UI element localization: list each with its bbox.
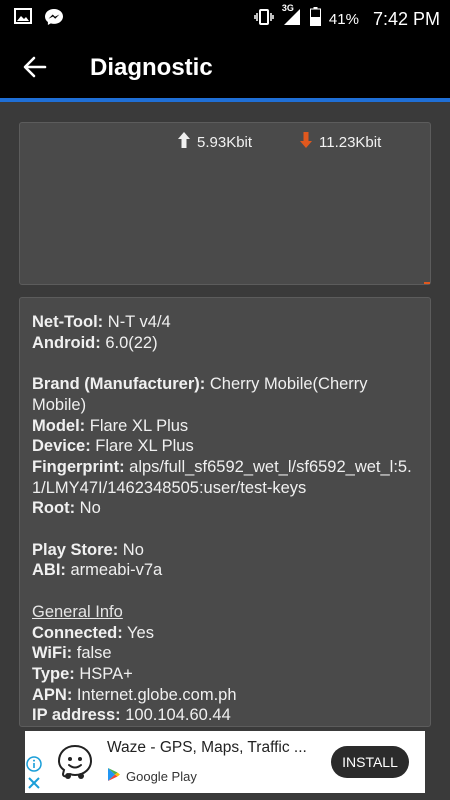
waze-logo-icon[interactable]: [55, 741, 95, 781]
ad-info-icon[interactable]: [26, 756, 42, 772]
info-fingerprint: Fingerprint: alps/full_sf6592_wet_l/sf65…: [32, 457, 412, 497]
traffic-graph: 5.93Kbit 11.23Kbit: [19, 122, 431, 285]
ad-close-icon[interactable]: [27, 776, 41, 790]
info-wifi: WiFi: false: [32, 644, 112, 663]
status-bar: 3G 41% 7:42 PM: [0, 0, 450, 34]
page-title: Diagnostic: [90, 54, 213, 81]
messenger-icon: [44, 8, 64, 31]
network-type: 3G: [281, 2, 294, 13]
info-abi: ABI: armeabi-v7a: [32, 561, 163, 580]
upload-arrow-icon: [177, 131, 191, 153]
gallery-icon: [14, 8, 32, 31]
ad-title[interactable]: Waze - GPS, Maps, Traffic ...: [107, 739, 307, 757]
install-button[interactable]: INSTALL: [331, 746, 409, 778]
clock: 7:42 PM: [372, 8, 440, 29]
battery-icon: [309, 7, 321, 31]
vibrate-icon: [254, 8, 274, 31]
info-device: Device: Flare XL Plus: [32, 437, 194, 456]
google-play-label: Google Play: [126, 768, 197, 784]
ad-banner[interactable]: Waze - GPS, Maps, Traffic ... Google Pla…: [25, 731, 425, 793]
general-info-heading: General Info: [32, 602, 123, 621]
signal-icon: 3G: [282, 3, 302, 31]
upload-value: 5.93Kbit: [197, 133, 253, 151]
download-value: 11.23Kbit: [319, 133, 382, 151]
google-play-icon: [107, 767, 121, 785]
back-arrow-icon[interactable]: [20, 52, 50, 82]
info-type: Type: HSPA+: [32, 664, 133, 683]
info-play-store: Play Store: No: [32, 540, 144, 559]
info-android: Android: 6.0(22): [32, 333, 158, 352]
google-play-badge: Google Play: [107, 767, 197, 785]
upload-rate: 5.93Kbit: [177, 131, 252, 153]
info-ip-address: IP address: 100.104.60.44: [32, 706, 231, 725]
info-model: Model: Flare XL Plus: [32, 416, 189, 435]
info-net-tool: Net-Tool: N-T v4/4: [32, 313, 171, 331]
app-bar: Diagnostic: [0, 34, 450, 102]
download-rate: 11.23Kbit: [299, 131, 381, 153]
info-root: Root: No: [32, 499, 101, 518]
info-connected: Connected: Yes: [32, 623, 154, 642]
graph-marker: [424, 282, 430, 284]
device-info-panel[interactable]: Net-Tool: N-T v4/4 Android: 6.0(22) Bran…: [19, 297, 431, 727]
info-brand: Brand (Manufacturer): Cherry Mobile(Cher…: [32, 375, 368, 414]
download-arrow-icon: [299, 131, 313, 153]
battery-percent: 41%: [328, 10, 359, 28]
info-apn: APN: Internet.globe.com.ph: [32, 685, 237, 704]
